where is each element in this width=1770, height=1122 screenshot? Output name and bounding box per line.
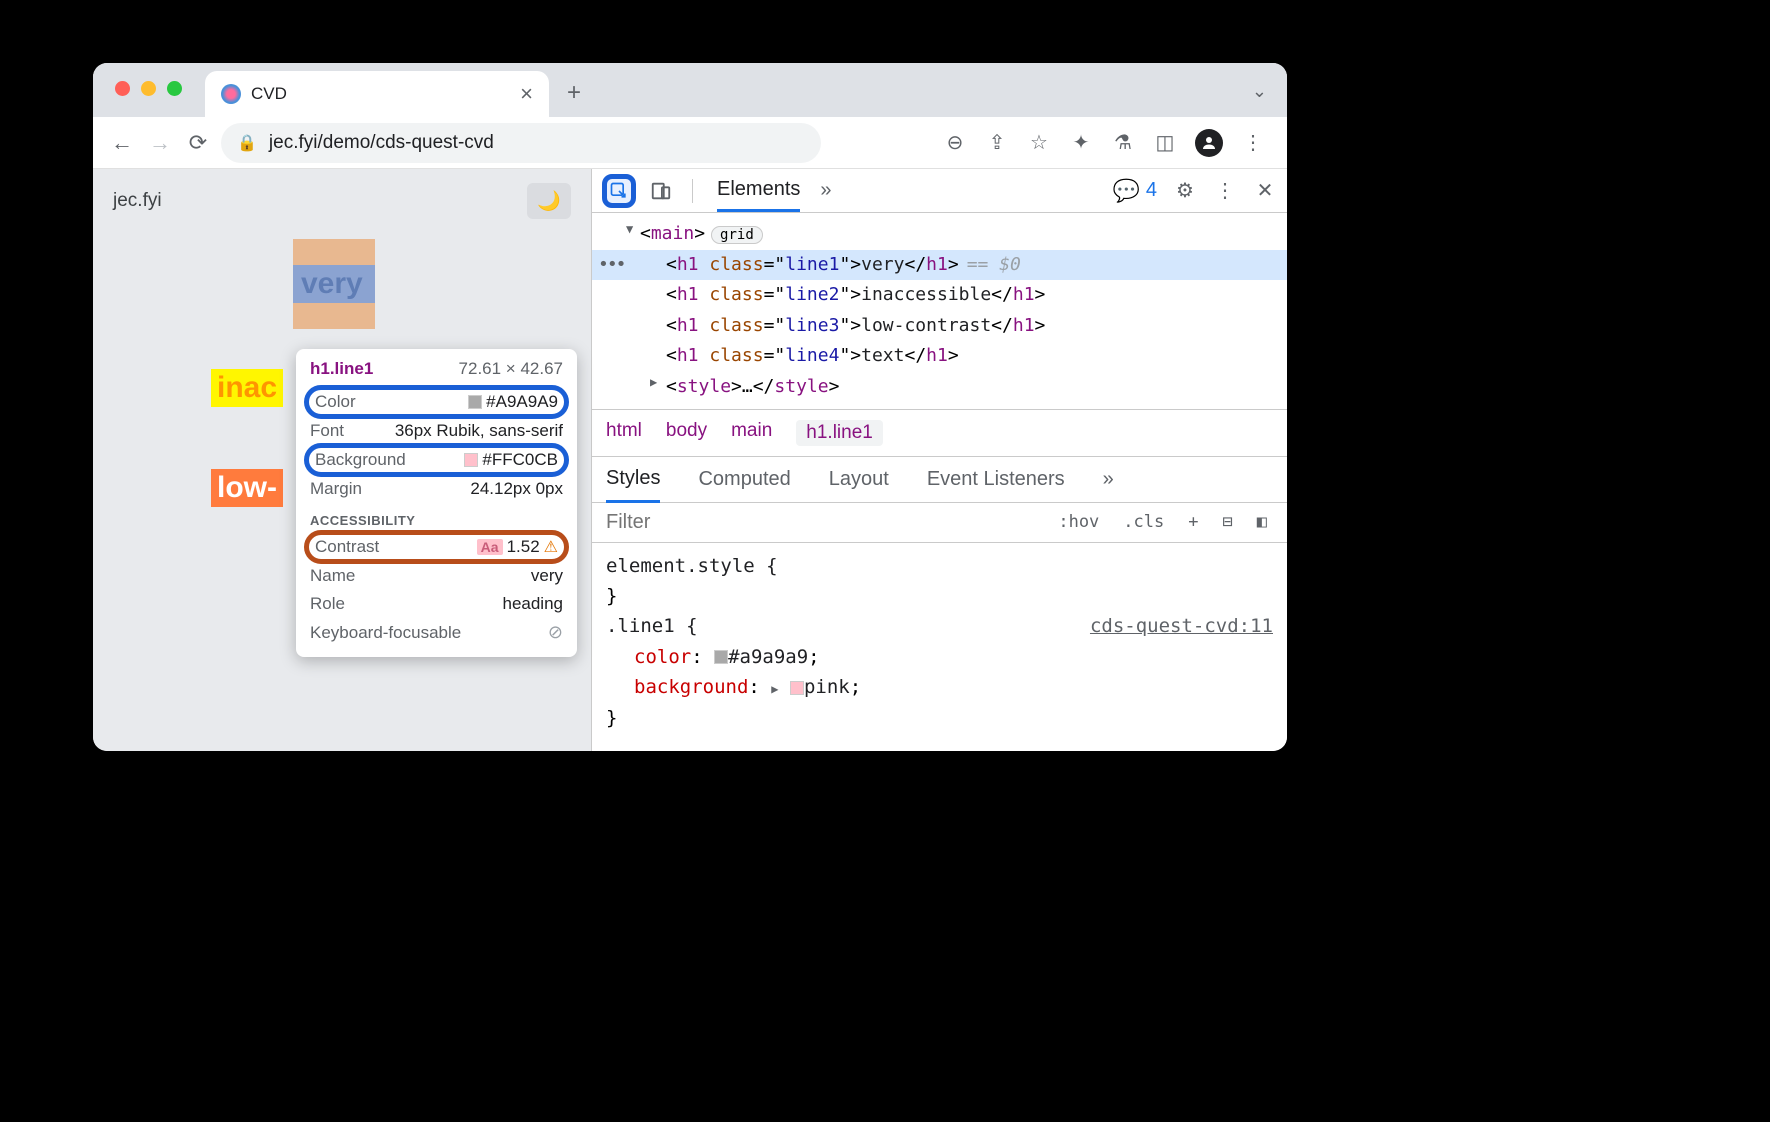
issues-button[interactable]: 💬 4 <box>1112 178 1157 204</box>
dom-breadcrumbs: html body main h1.line1 <box>592 409 1287 456</box>
window-controls <box>115 81 182 96</box>
reload-button[interactable]: ⟳ <box>183 128 213 158</box>
browser-window: CVD × + ⌄ ← → ⟳ 🔒 jec.fyi/demo/cds-quest… <box>93 63 1287 751</box>
styles-tab-styles[interactable]: Styles <box>606 457 660 503</box>
tab-bar: CVD × + ⌄ <box>93 63 1287 117</box>
menu-icon[interactable]: ⋮ <box>1241 130 1265 155</box>
page-header: jec.fyi 🌙 <box>93 169 591 233</box>
new-style-button[interactable]: + <box>1182 508 1204 536</box>
warning-icon: ⚠ <box>544 537 558 557</box>
breadcrumb-h1[interactable]: h1.line1 <box>796 420 883 446</box>
profile-icon[interactable] <box>1195 129 1223 157</box>
tooltip-keyboard-row: Keyboard-focusable ⊘ <box>310 618 563 647</box>
tooltip-margin-row: Margin 24.12px 0px <box>310 475 563 503</box>
expand-icon[interactable]: ▶ <box>771 682 778 696</box>
tooltip-background-row: Background #FFC0CB <box>304 443 569 477</box>
tooltip-contrast-row: Contrast Aa 1.52 ⚠ <box>304 530 569 564</box>
dom-h1-line1[interactable]: <h1 class="line1">very</h1>== $0 <box>592 250 1287 281</box>
breadcrumb-html[interactable]: html <box>606 420 642 446</box>
maximize-window-button[interactable] <box>167 81 182 96</box>
device-toolbar-button[interactable] <box>644 174 678 208</box>
toggle-sidebar-icon[interactable]: ◧ <box>1251 508 1273 536</box>
bookmark-icon[interactable]: ☆ <box>1027 130 1051 155</box>
dom-style-element[interactable]: ▶<style>…</style> <box>592 372 1287 403</box>
tooltip-name-row: Name very <box>310 562 563 590</box>
issues-icon: 💬 <box>1112 178 1139 204</box>
cls-toggle[interactable]: .cls <box>1117 508 1170 536</box>
demo-line1: very <box>293 265 375 303</box>
tooltip-role-row: Role heading <box>310 590 563 618</box>
share-icon[interactable]: ⇪ <box>985 130 1009 155</box>
more-styles-tabs-icon[interactable]: » <box>1103 458 1114 501</box>
lock-icon: 🔒 <box>237 133 257 153</box>
color-swatch <box>468 395 482 409</box>
not-focusable-icon: ⊘ <box>548 622 563 643</box>
omnibox[interactable]: 🔒 jec.fyi/demo/cds-quest-cvd <box>221 123 821 163</box>
css-color-swatch[interactable] <box>714 650 728 664</box>
breadcrumb-body[interactable]: body <box>666 420 707 446</box>
css-color-prop[interactable]: color: #a9a9a9; <box>606 642 1273 672</box>
more-tabs-icon[interactable]: » <box>820 171 831 210</box>
source-link[interactable]: cds-quest-cvd:11 <box>1090 611 1273 641</box>
tooltip-color-row: Color #A9A9A9 <box>304 385 569 419</box>
tabs-dropdown-icon[interactable]: ⌄ <box>1252 81 1267 102</box>
sidepanel-icon[interactable]: ◫ <box>1153 130 1177 155</box>
demo-line3: low- <box>211 469 283 507</box>
element-style-rule: element.style { <box>606 551 1273 581</box>
styles-filter-bar: :hov .cls + ⊟ ◧ <box>592 503 1287 543</box>
dom-h1-line4[interactable]: <h1 class="line4">text</h1> <box>592 341 1287 372</box>
devtools-toolbar: Elements » 💬 4 ⚙ ⋮ ✕ <box>592 169 1287 213</box>
dom-tree[interactable]: ▼<main>grid <h1 class="line1">very</h1>=… <box>592 213 1287 409</box>
dom-main-element[interactable]: ▼<main>grid <box>592 219 1287 250</box>
elements-tab[interactable]: Elements <box>717 170 800 212</box>
settings-icon[interactable]: ⚙ <box>1173 178 1197 203</box>
styles-tab-layout[interactable]: Layout <box>829 458 889 501</box>
demo-line2: inac <box>211 369 283 407</box>
browser-tab[interactable]: CVD × <box>205 71 549 117</box>
inspect-element-button[interactable] <box>602 174 636 208</box>
styles-tabs: Styles Computed Layout Event Listeners » <box>592 456 1287 503</box>
zoom-icon[interactable]: ⊖ <box>943 130 967 155</box>
tooltip-font-row: Font 36px Rubik, sans-serif <box>310 417 563 445</box>
page-viewport: jec.fyi 🌙 very inac low- h1.line1 72.61 … <box>93 169 591 751</box>
address-bar: ← → ⟳ 🔒 jec.fyi/demo/cds-quest-cvd ⊖ ⇪ ☆… <box>93 117 1287 169</box>
dom-h1-line3[interactable]: <h1 class="line3">low-contrast</h1> <box>592 311 1287 342</box>
tooltip-selector: h1.line1 <box>310 359 373 379</box>
demo-element-highlighted: very <box>293 239 375 329</box>
background-swatch <box>464 453 478 467</box>
close-tab-icon[interactable]: × <box>520 81 533 107</box>
css-bg-swatch[interactable] <box>790 681 804 695</box>
extensions-icon[interactable]: ✦ <box>1069 130 1093 155</box>
tab-title: CVD <box>251 84 510 104</box>
toolbar-right: ⊖ ⇪ ☆ ✦ ⚗ ◫ ⋮ <box>943 129 1265 157</box>
close-window-button[interactable] <box>115 81 130 96</box>
styles-tab-eventlisteners[interactable]: Event Listeners <box>927 458 1065 501</box>
hov-toggle[interactable]: :hov <box>1052 508 1105 536</box>
computed-styles-icon[interactable]: ⊟ <box>1217 508 1239 536</box>
back-button[interactable]: ← <box>107 128 137 158</box>
new-tab-button[interactable]: + <box>567 79 581 107</box>
minimize-window-button[interactable] <box>141 81 156 96</box>
breadcrumb-main[interactable]: main <box>731 420 772 446</box>
styles-content[interactable]: element.style { } .line1 { cds-quest-cvd… <box>592 543 1287 741</box>
styles-tab-computed[interactable]: Computed <box>698 458 790 501</box>
site-name: jec.fyi <box>113 190 162 212</box>
url-text: jec.fyi/demo/cds-quest-cvd <box>269 132 494 154</box>
element-inspector-tooltip: h1.line1 72.61 × 42.67 Color #A9A9A9 Fon… <box>296 349 577 657</box>
devtools-menu-icon[interactable]: ⋮ <box>1213 178 1237 203</box>
contrast-aa-badge: Aa <box>477 539 503 555</box>
dom-h1-line2[interactable]: <h1 class="line2">inaccessible</h1> <box>592 280 1287 311</box>
tooltip-dimensions: 72.61 × 42.67 <box>459 359 563 379</box>
close-devtools-icon[interactable]: ✕ <box>1253 178 1277 203</box>
tooltip-accessibility-heading: ACCESSIBILITY <box>310 513 563 528</box>
styles-filter-input[interactable] <box>592 503 1052 542</box>
devtools-panel: Elements » 💬 4 ⚙ ⋮ ✕ ▼<main>grid <h1 cla… <box>591 169 1287 751</box>
tab-favicon <box>221 84 241 104</box>
forward-button[interactable]: → <box>145 128 175 158</box>
dark-mode-toggle[interactable]: 🌙 <box>527 183 571 219</box>
css-background-prop[interactable]: background: ▶ pink; <box>606 672 1273 702</box>
content-area: jec.fyi 🌙 very inac low- h1.line1 72.61 … <box>93 169 1287 751</box>
labs-icon[interactable]: ⚗ <box>1111 130 1135 155</box>
line1-rule: .line1 { cds-quest-cvd:11 <box>606 611 1273 641</box>
